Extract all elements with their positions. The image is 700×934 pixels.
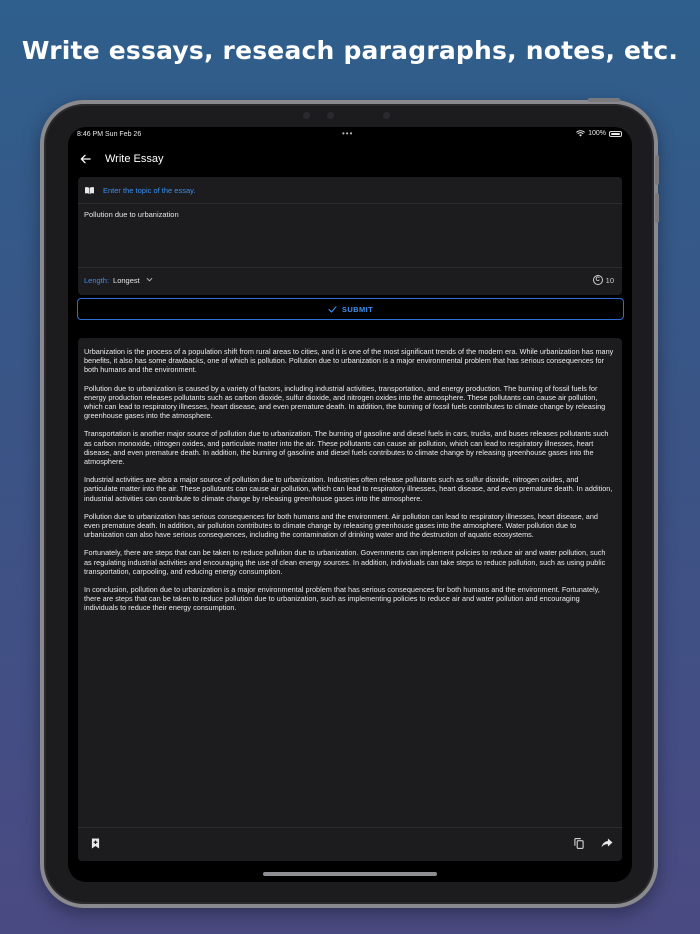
arrow-left-icon xyxy=(80,154,91,163)
essay-paragraph: In conclusion, pollution due to urbaniza… xyxy=(84,585,600,613)
divider xyxy=(78,203,622,204)
divider xyxy=(78,267,622,268)
promo-headline: Write essays, reseach paragraphs, notes,… xyxy=(21,36,679,65)
status-right: 100% xyxy=(576,130,622,137)
share-icon[interactable] xyxy=(600,836,614,850)
book-icon xyxy=(84,186,98,195)
credits-counter: C 10 xyxy=(592,275,614,285)
wifi-icon xyxy=(576,130,585,137)
essay-paragraph: Fortunately, there are steps that can be… xyxy=(84,548,606,576)
home-indicator[interactable] xyxy=(263,872,437,876)
battery-percent: 100% xyxy=(588,130,606,137)
topic-card: Enter the topic of the essay. Pollution … xyxy=(78,177,622,295)
coin-icon: C xyxy=(592,275,603,285)
submit-button[interactable]: SUBMIT xyxy=(77,298,624,320)
essay-paragraph: Pollution due to urbanization is caused … xyxy=(84,383,606,421)
bookmark-add-icon[interactable] xyxy=(88,836,102,850)
submit-label: SUBMIT xyxy=(341,304,374,314)
essay-paragraph: Transportation is another major source o… xyxy=(84,429,609,467)
essay-paragraph: Industrial activities are also a major s… xyxy=(84,475,613,503)
check-icon xyxy=(328,305,337,313)
length-value: Longest xyxy=(113,276,140,285)
sensor-icon xyxy=(383,112,390,119)
topic-input[interactable]: Pollution due to urbanization xyxy=(84,210,179,219)
nav-bar: Write Essay xyxy=(80,151,163,167)
status-bar: 8:46 PM Sun Feb 26 ••• 100% xyxy=(68,127,632,143)
essay-output-card: Urbanization is the process of a populat… xyxy=(78,338,622,861)
status-time: 8:46 PM Sun Feb 26 xyxy=(77,131,142,138)
sensor-icon xyxy=(327,112,334,119)
back-button[interactable] xyxy=(80,152,100,167)
topic-label: Enter the topic of the essay. xyxy=(103,185,196,195)
battery-icon xyxy=(609,130,622,137)
app-screen: 8:46 PM Sun Feb 26 ••• 100% Write Essay xyxy=(68,127,632,882)
divider xyxy=(78,827,622,828)
volume-button xyxy=(655,193,659,223)
multitask-dots[interactable]: ••• xyxy=(342,129,353,138)
volume-button xyxy=(655,155,659,185)
page-title: Write Essay xyxy=(105,153,164,165)
essay-paragraph: Pollution due to urbanization has seriou… xyxy=(84,511,598,540)
power-button xyxy=(588,98,620,102)
credits-value: 10 xyxy=(605,275,614,285)
essay-paragraph: Urbanization is the process of a populat… xyxy=(84,347,614,375)
length-label: Length: xyxy=(84,276,110,285)
copy-icon[interactable] xyxy=(572,836,586,850)
camera-icon xyxy=(303,112,310,119)
essay-text[interactable]: Urbanization is the process of a populat… xyxy=(84,347,614,622)
topic-label-row: Enter the topic of the essay. xyxy=(84,183,195,197)
length-selector[interactable]: Length: Longest xyxy=(84,276,153,285)
chevron-down-icon xyxy=(146,277,153,284)
